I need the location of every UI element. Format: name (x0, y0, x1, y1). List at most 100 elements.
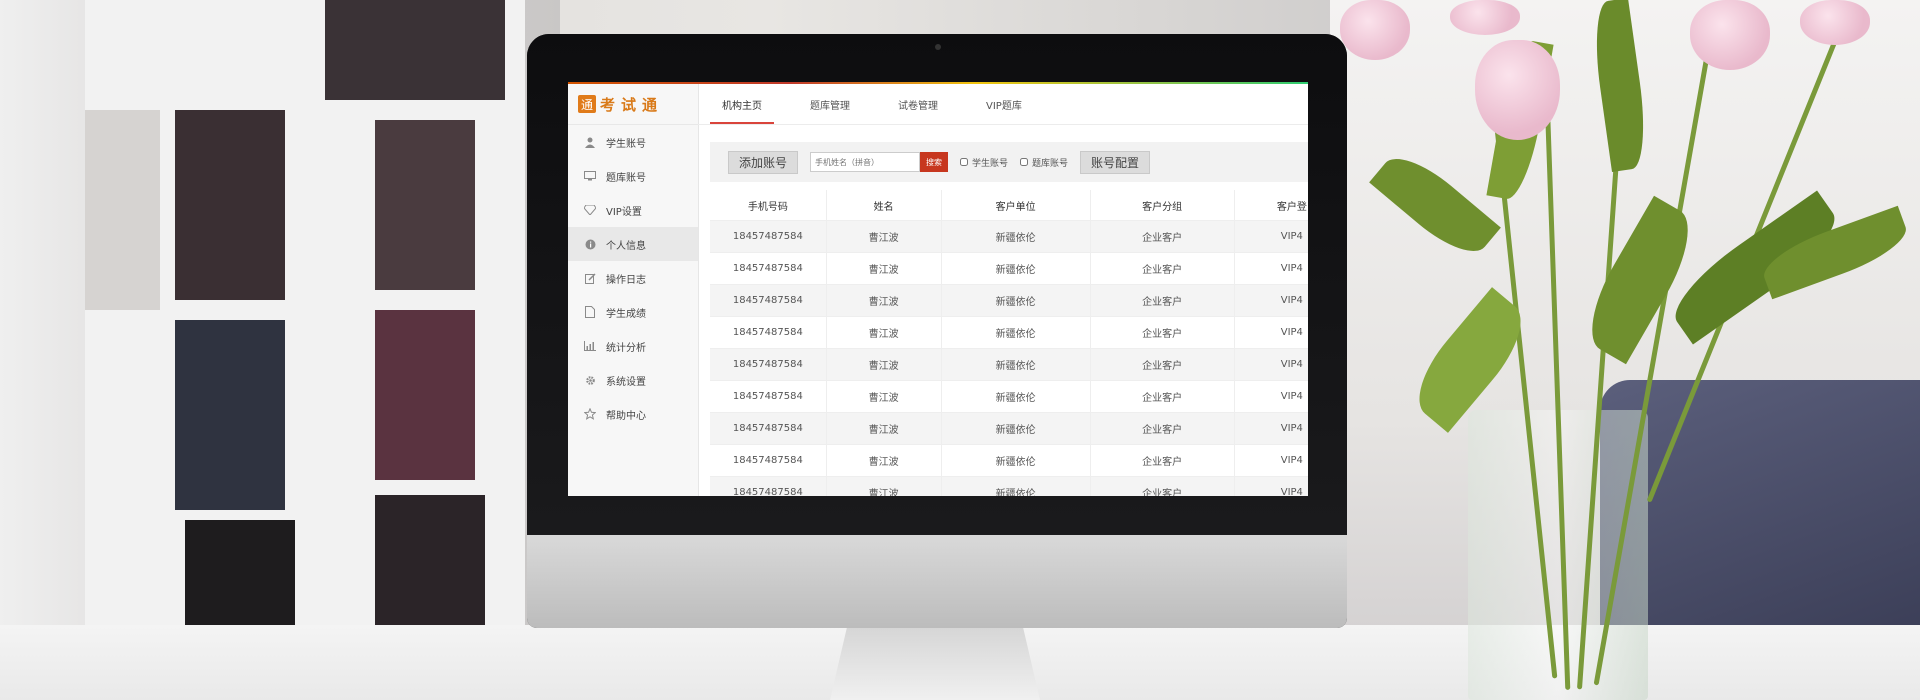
sidebar-item-operation-log[interactable]: 操作日志 (568, 261, 698, 295)
table-cell: 企业客户 (1090, 444, 1235, 477)
user-icon (584, 136, 596, 148)
sidebar-item-vip-settings[interactable]: VIP设置 (568, 193, 698, 227)
table-cell: VIP4 (1234, 252, 1308, 285)
sidebar-item-bank-account[interactable]: 题库账号 (568, 159, 698, 193)
table-cell: 18457487584 (710, 380, 827, 413)
search-button[interactable]: 搜索 (920, 152, 949, 172)
table-cell: 18457487584 (710, 220, 827, 253)
table-row[interactable]: 18457487584 曹江波 新疆依伦 企业客户 VIP4 (710, 316, 1308, 349)
sidebar-item-label: 学生账号 (606, 138, 646, 150)
add-account-button[interactable]: 添加账号 (728, 150, 799, 174)
app-screen: 通 考试通 学生账号 题库账号 VIP设置 个人信息 操作日志 学生成绩 统计分… (568, 82, 1308, 496)
tab-question-bank[interactable]: 题库管理 (786, 84, 874, 124)
sidebar-item-label: 系统设置 (606, 376, 646, 388)
table-row[interactable]: 18457487584 曹江波 新疆依伦 企业客户 VIP4 (710, 380, 1308, 413)
sidebar-item-help-center[interactable]: 帮助中心 (568, 397, 698, 431)
diamond-icon (584, 204, 596, 216)
student-account-checkbox[interactable]: 学生账号 (960, 156, 1008, 169)
table-cell: VIP4 (1234, 316, 1308, 349)
info-icon (584, 238, 596, 250)
table-cell: 企业客户 (1090, 348, 1235, 381)
table-cell: 18457487584 (710, 284, 827, 317)
table-cell: 企业客户 (1090, 476, 1235, 496)
monitor-stand (830, 628, 1040, 700)
sidebar-item-student-account[interactable]: 学生账号 (568, 125, 698, 159)
table-cell: VIP4 (1234, 380, 1308, 413)
table-cell: 曹江波 (826, 316, 942, 349)
sidebar-item-statistics[interactable]: 统计分析 (568, 329, 698, 363)
monitor-chin (527, 535, 1347, 628)
table-cell: VIP4 (1234, 412, 1308, 445)
sidebar-item-label: VIP设置 (606, 206, 642, 218)
sidebar-item-personal-info[interactable]: 个人信息 (568, 227, 698, 261)
sidebar-item-label: 统计分析 (606, 342, 646, 354)
sidebar: 通 考试通 学生账号 题库账号 VIP设置 个人信息 操作日志 学生成绩 统计分… (568, 84, 699, 496)
table-row[interactable]: 18457487584 曹江波 新疆依伦 企业客户 VIP4 (710, 412, 1308, 445)
table-cell: 曹江波 (826, 412, 942, 445)
sofa (1600, 380, 1920, 640)
table-cell: VIP4 (1234, 284, 1308, 317)
table-row[interactable]: 18457487584 曹江波 新疆依伦 企业客户 VIP4 (710, 476, 1308, 496)
sidebar-item-system-settings[interactable]: 系统设置 (568, 363, 698, 397)
column-header[interactable]: 客户分组 (1090, 190, 1235, 221)
table-cell: 18457487584 (710, 444, 827, 477)
table-cell: 新疆依伦 (941, 476, 1091, 496)
sidebar-item-student-scores[interactable]: 学生成绩 (568, 295, 698, 329)
table-cell: 曹江波 (826, 220, 942, 253)
gear-icon (584, 374, 596, 386)
column-header[interactable]: 姓名 (826, 190, 942, 221)
monitor-icon (584, 170, 596, 182)
checkbox[interactable] (960, 158, 969, 166)
table-cell: 曹江波 (826, 284, 942, 317)
table-header-row: 手机号码 姓名 客户单位 客户分组 客户登 (710, 190, 1308, 221)
sidebar-item-label: 帮助中心 (606, 410, 646, 422)
toolbar: 添加账号 搜索 学生账号 题库账号 账号配置 (710, 142, 1308, 182)
table-cell: 18457487584 (710, 412, 827, 445)
app-logo[interactable]: 通 考试通 (568, 84, 698, 125)
column-header[interactable]: 手机号码 (710, 190, 827, 221)
document-icon (584, 306, 596, 318)
camera-icon (935, 44, 941, 50)
checkbox[interactable] (1020, 158, 1029, 166)
accounts-table: 手机号码 姓名 客户单位 客户分组 客户登 18457487584 曹江波 新疆依伦… (710, 190, 1308, 496)
table-cell: 18457487584 (710, 476, 827, 496)
table-cell: 企业客户 (1090, 284, 1235, 317)
bar-chart-icon (584, 340, 596, 352)
table-cell: 企业客户 (1090, 380, 1235, 413)
sidebar-item-label: 学生成绩 (606, 308, 646, 320)
table-row[interactable]: 18457487584 曹江波 新疆依伦 企业客户 VIP4 (710, 220, 1308, 253)
table-row[interactable]: 18457487584 曹江波 新疆依伦 企业客户 VIP4 (710, 284, 1308, 317)
table-cell: 18457487584 (710, 252, 827, 285)
tab-org-home[interactable]: 机构主页 (698, 84, 786, 124)
bookshelf (85, 0, 525, 640)
column-header[interactable]: 客户单位 (941, 190, 1091, 221)
tab-paper-management[interactable]: 试卷管理 (874, 84, 962, 124)
table-cell: VIP4 (1234, 348, 1308, 381)
table-cell: 曹江波 (826, 444, 942, 477)
table-row[interactable]: 18457487584 曹江波 新疆依伦 企业客户 VIP4 (710, 348, 1308, 381)
table-row[interactable]: 18457487584 曹江波 新疆依伦 企业客户 VIP4 (710, 252, 1308, 285)
logo-text: 考试通 (600, 95, 664, 114)
edit-icon (584, 272, 596, 284)
table-cell: 18457487584 (710, 348, 827, 381)
table-cell: 企业客户 (1090, 220, 1235, 253)
table-cell: 新疆依伦 (941, 348, 1091, 381)
table-row[interactable]: 18457487584 曹江波 新疆依伦 企业客户 VIP4 (710, 444, 1308, 477)
table-cell: 企业客户 (1090, 412, 1235, 445)
search-input[interactable] (810, 152, 921, 172)
table-cell: 曹江波 (826, 348, 942, 381)
tab-vip-bank[interactable]: VIP题库 (962, 84, 1046, 124)
table-cell: 曹江波 (826, 252, 942, 285)
table-cell: VIP4 (1234, 476, 1308, 496)
checkbox-label: 学生账号 (972, 158, 1009, 169)
table-cell: VIP4 (1234, 220, 1308, 253)
table-cell: 新疆依伦 (941, 284, 1091, 317)
table-cell: 新疆依伦 (941, 412, 1091, 445)
column-header[interactable]: 客户登 (1234, 190, 1308, 221)
table-cell: 新疆依伦 (941, 380, 1091, 413)
table-cell: 新疆依伦 (941, 220, 1091, 253)
bank-account-checkbox[interactable]: 题库账号 (1020, 156, 1068, 169)
checkbox-label: 题库账号 (1032, 158, 1069, 169)
account-config-button[interactable]: 账号配置 (1080, 150, 1151, 174)
table-cell: 企业客户 (1090, 316, 1235, 349)
